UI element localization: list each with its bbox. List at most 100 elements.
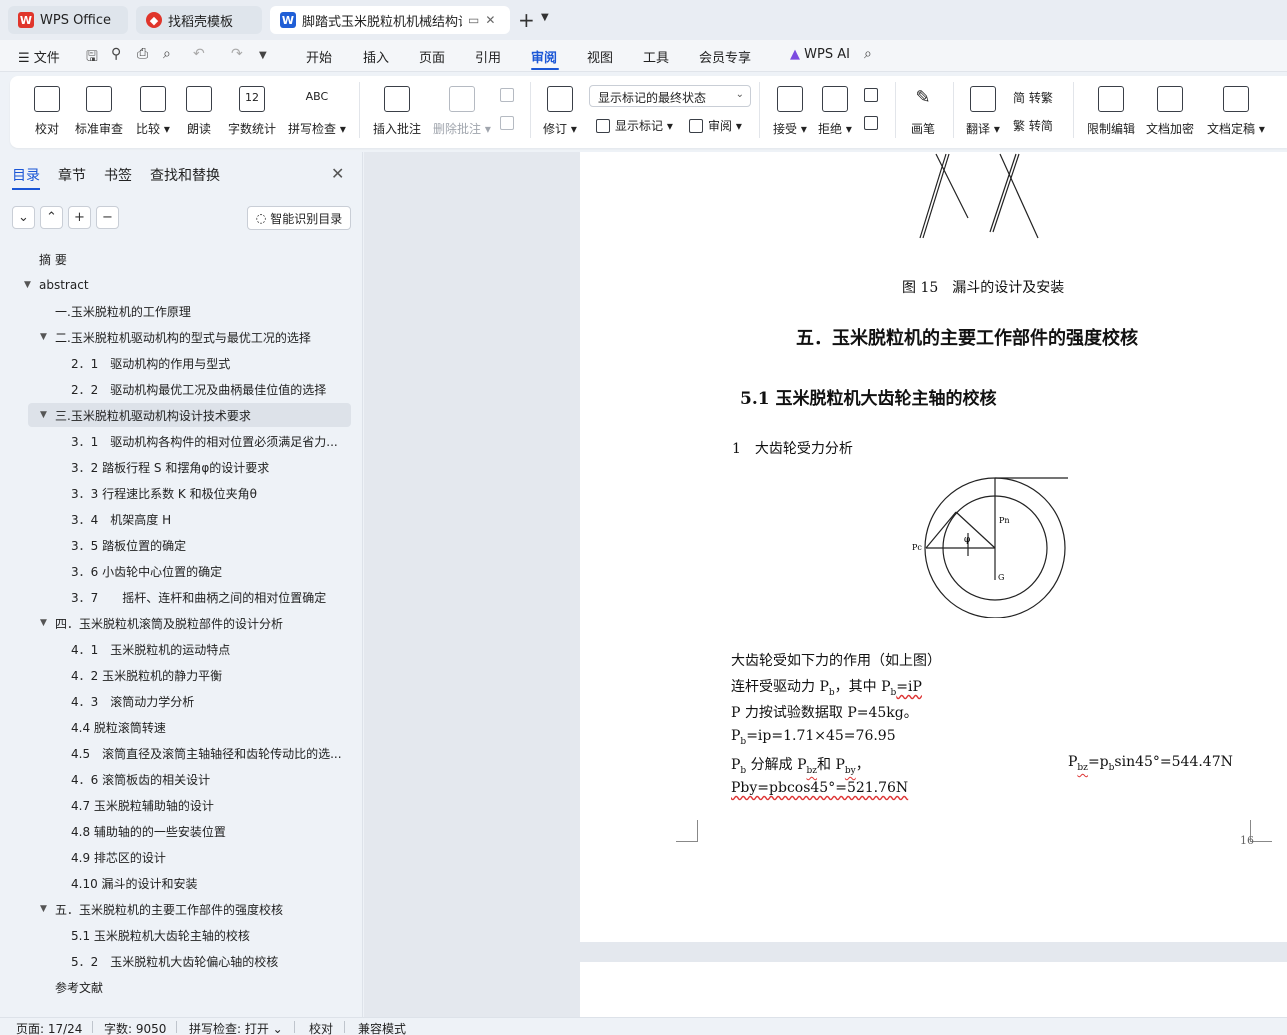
undo-icon[interactable]: ↶ [193,46,205,62]
to-traditional-button[interactable]: 简 转繁 [1013,89,1053,106]
print-preview-icon[interactable]: ⌕ [163,46,171,62]
word-count-button[interactable]: 12 字数统计 [228,86,276,137]
review-pane-button[interactable]: 审阅 ▾ [689,117,742,134]
compat-mode-indicator: 兼容模式 [358,1022,407,1035]
collapse-arrow-icon[interactable]: ▼ [24,280,31,290]
tab-docer[interactable]: ◆ 找稻壳模板 [136,6,262,34]
menu-tools[interactable]: 工具 [643,47,669,66]
accept-button[interactable]: 接受 ▾ [773,86,807,137]
toc-item[interactable]: 3．2 踏板行程 S 和摆角φ的设计要求 [71,455,345,479]
page-indicator[interactable]: 页面: 17/24 [16,1020,82,1035]
restrict-edit-button[interactable]: 限制编辑 [1087,86,1135,137]
expand-all-button[interactable]: ⌄ [12,206,35,229]
close-icon[interactable]: ✕ [485,13,495,27]
spell-check-toggle[interactable]: 拼写检查: 打开 ⌄ [189,1020,283,1035]
track-changes-button[interactable]: 修订 ▾ [543,86,577,137]
ink-button[interactable]: ✎ 画笔 [910,86,936,137]
toc-item[interactable]: 3．5 踏板位置的确定 [71,533,345,557]
panel-tab-find-replace[interactable]: 查找和替换 [150,165,220,185]
file-menu[interactable]: ☰ 文件 [18,47,60,66]
wps-ai-button[interactable]: ▲ WPS AI [790,47,850,62]
collapse-arrow-icon[interactable]: ▼ [40,618,47,628]
remove-heading-button[interactable]: − [96,206,119,229]
menu-view[interactable]: 视图 [587,47,613,66]
toc-item[interactable]: 参考文献 [55,975,345,999]
toc-item[interactable]: 摘 要 [39,247,345,271]
panel-tab-sections[interactable]: 章节 [58,165,86,185]
toc-item[interactable]: 四．玉米脱粒机滚筒及脱粒部件的设计分析 [55,611,345,635]
standard-review-button[interactable]: 标准审查 [75,86,123,137]
delete-comment-button[interactable]: 删除批注 ▾ [433,86,491,137]
prev-change-icon[interactable] [864,88,883,102]
toc-item[interactable]: 3．1 驱动机构各构件的相对位置必须满足省力... [71,429,345,453]
toc-item[interactable]: 一.玉米脱粒机的工作原理 [55,299,345,323]
word-count-indicator[interactable]: 字数: 9050 [104,1020,166,1035]
next-change-icon[interactable] [864,116,883,130]
finalize-button[interactable]: 文档定稿 ▾ [1207,86,1265,137]
toc-item[interactable]: 3．7 摇杆、连杆和曲柄之间的相对位置确定 [71,585,345,609]
menu-home[interactable]: 开始 [306,47,332,66]
toc-item[interactable]: 3．3 行程速比系数 K 和极位夹角θ [71,481,345,505]
proofread-button[interactable]: 校对 [34,86,60,137]
chevron-down-icon[interactable]: ▼ [541,12,549,23]
document-canvas[interactable]: 图 15 漏斗的设计及安装 五．玉米脱粒机的主要工作部件的强度校核 5.1 玉米… [364,152,1287,1017]
toc-item[interactable]: 4．1 玉米脱粒机的运动特点 [71,637,345,661]
toc-item[interactable]: 5.1 玉米脱粒机大齿轮主轴的校核 [71,923,345,947]
tab-wps-office[interactable]: W WPS Office [8,6,128,34]
close-icon[interactable]: ✕ [331,164,344,183]
toc-item[interactable]: 4.7 玉米脱粒辅助轴的设计 [71,793,345,817]
menu-review[interactable]: 审阅 [531,47,557,66]
toc-item[interactable]: 2．1 驱动机构的作用与型式 [71,351,345,375]
toc-item[interactable]: 4．2 玉米脱粒机的静力平衡 [71,663,345,687]
panel-tab-bookmarks[interactable]: 书签 [104,165,132,185]
share-icon[interactable]: ⚲ [111,46,121,62]
insert-comment-button[interactable]: 插入批注 [373,86,421,137]
toc-item[interactable]: 4．3 滚筒动力学分析 [71,689,345,713]
menu-page[interactable]: 页面 [419,47,445,66]
toc-item[interactable]: 5．2 玉米脱粒机大齿轮偏心轴的校核 [71,949,345,973]
toc-item[interactable]: abstract [39,273,345,297]
toc-item[interactable]: 4.5 滚筒直径及滚筒主轴轴径和齿轮传动比的选... [71,741,345,765]
menu-member[interactable]: 会员专享 [699,47,751,66]
smart-toc-button[interactable]: ◌ 智能识别目录 [247,206,351,230]
toc-item[interactable]: 4.10 漏斗的设计和安装 [71,871,345,895]
window-icon[interactable]: ▭ [468,13,479,27]
print-icon[interactable]: ⎙ [137,46,148,62]
next-comment-icon[interactable] [500,116,519,130]
new-tab-icon[interactable]: + [518,8,535,32]
redo-icon[interactable]: ↷ [231,46,243,62]
tab-document[interactable]: W 脚踏式玉米脱粒机机械结构设 ▭ ✕ [270,6,510,34]
panel-tab-toc[interactable]: 目录 [12,165,40,185]
toc-item[interactable]: 4．6 滚筒板齿的相关设计 [71,767,345,791]
reject-button[interactable]: 拒绝 ▾ [818,86,852,137]
collapse-arrow-icon[interactable]: ▼ [40,410,47,420]
search-icon[interactable]: ⌕ [864,46,872,62]
toc-item[interactable]: 五．玉米脱粒机的主要工作部件的强度校核 [55,897,345,921]
menu-insert[interactable]: 插入 [363,47,389,66]
toc-item[interactable]: 2．2 驱动机构最优工况及曲柄最佳位值的选择 [71,377,345,401]
encrypt-button[interactable]: 文档加密 [1146,86,1194,137]
prev-comment-icon[interactable] [500,88,519,102]
add-heading-button[interactable]: + [68,206,91,229]
markup-state-select[interactable]: 显示标记的最终状态 ⌄ [589,85,751,107]
read-aloud-button[interactable]: 朗读 [186,86,212,137]
toc-item[interactable]: 3．4 机架高度 H [71,507,345,531]
toc-item[interactable]: 4.4 脱粒滚筒转速 [71,715,345,739]
collapse-arrow-icon[interactable]: ▼ [40,904,47,914]
to-simplified-button[interactable]: 繁 转简 [1013,117,1053,134]
proofread-indicator[interactable]: 校对 [309,1020,333,1035]
menu-references[interactable]: 引用 [475,47,501,66]
save-icon[interactable]: 🖫 [86,46,98,70]
toc-item[interactable]: 二.玉米脱粒机驱动机构的型式与最优工况的选择 [55,325,345,349]
toc-item[interactable]: 4.8 辅助轴的的一些安装位置 [71,819,345,843]
show-markup-button[interactable]: 显示标记 ▾ [596,117,673,134]
chevron-down-icon[interactable]: ▼ [259,50,267,61]
compare-button[interactable]: 比较 ▾ [136,86,170,137]
spell-check-button[interactable]: ABC 拼写检查 ▾ [288,86,346,137]
collapse-arrow-icon[interactable]: ▼ [40,332,47,342]
translate-button[interactable]: 翻译 ▾ [966,86,1000,137]
toc-item[interactable]: 4.9 排芯区的设计 [71,845,345,869]
toc-item[interactable]: 三.玉米脱粒机驱动机构设计技术要求 [28,403,351,427]
collapse-all-button[interactable]: ⌃ [40,206,63,229]
toc-item[interactable]: 3．6 小齿轮中心位置的确定 [71,559,345,583]
